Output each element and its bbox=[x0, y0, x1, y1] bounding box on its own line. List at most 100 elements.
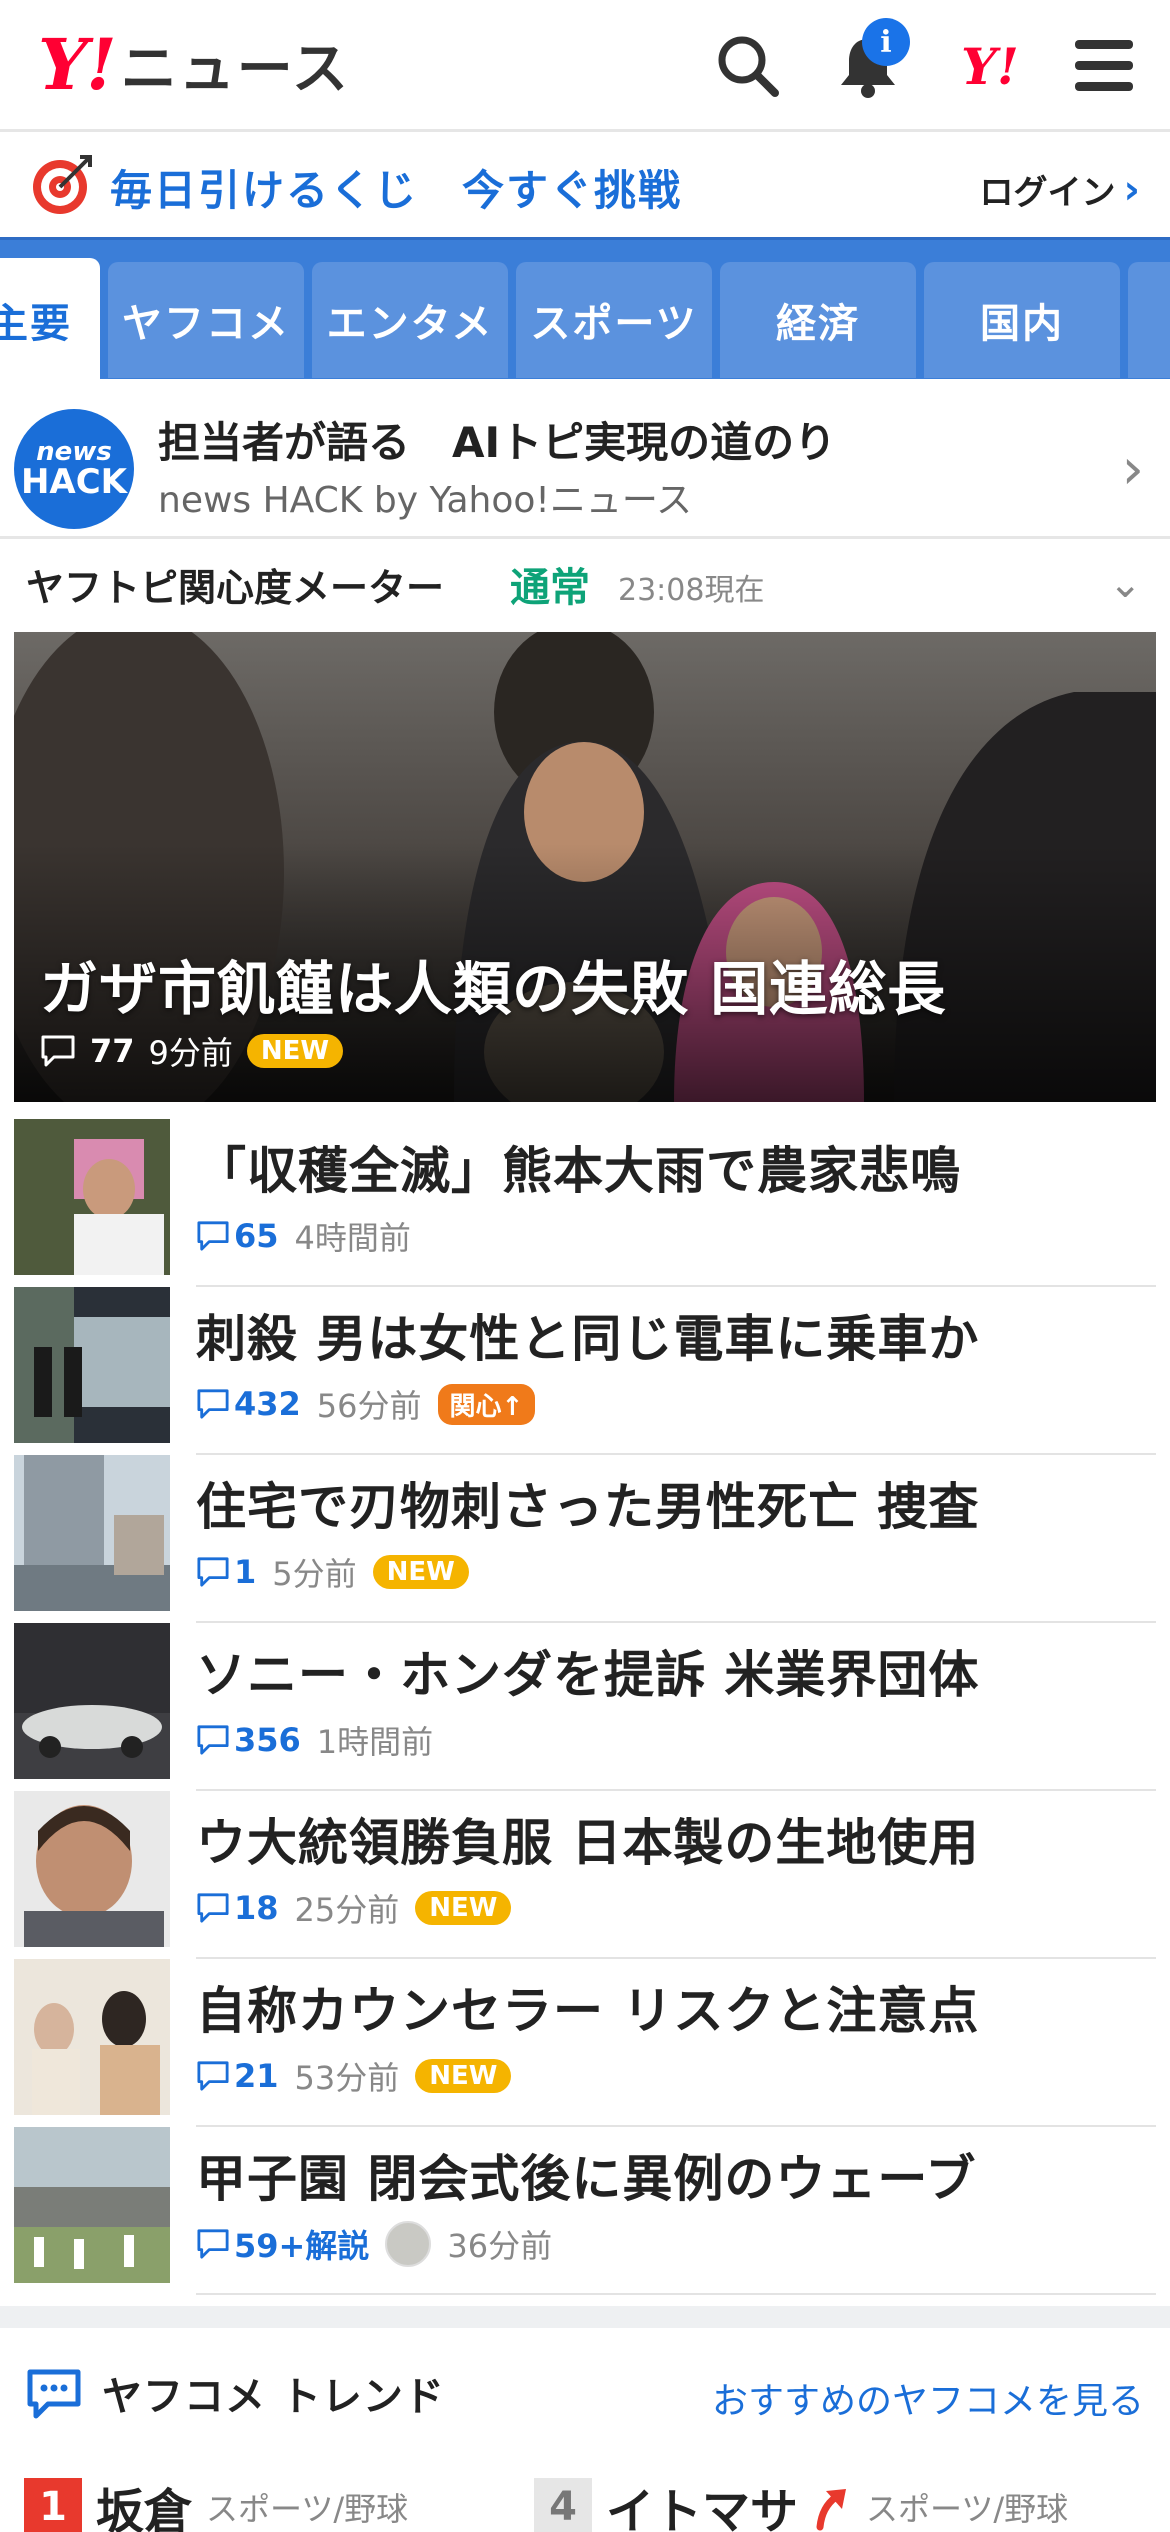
comment-count: 59+解説 bbox=[196, 2221, 369, 2267]
comment-icon bbox=[197, 1221, 229, 1251]
article-item[interactable]: 住宅で刃物刺さった男性死亡 捜査 1 5分前 NEW bbox=[14, 1455, 1156, 1623]
article-thumbnail bbox=[14, 1455, 170, 1611]
comment-count: 432 bbox=[196, 1385, 301, 1423]
article-thumbnail bbox=[14, 2127, 170, 2283]
article-item[interactable]: 自称カウンセラー リスクと注意点 21 53分前 NEW bbox=[14, 1959, 1156, 2127]
comment-count: 77 bbox=[90, 1032, 135, 1070]
comment-icon bbox=[197, 1893, 229, 1923]
meter-status: 通常 bbox=[510, 565, 590, 611]
interest-meter[interactable]: ヤフトピ関心度メーター 通常 23:08現在 ⌄ bbox=[0, 541, 1170, 631]
article-thumbnail bbox=[14, 1791, 170, 1947]
article-item[interactable]: 甲子園 閉会式後に異例のウェーブ 59+解説 36分前 bbox=[14, 2127, 1156, 2295]
chat-bubble-icon bbox=[27, 2369, 81, 2419]
tab-label: スポーツ bbox=[530, 301, 698, 347]
trend-title: ヤフコメ トレンド bbox=[102, 2374, 445, 2420]
hero-meta: 77 9分前 NEW bbox=[40, 1028, 344, 1074]
rank-number: 1 bbox=[24, 2478, 82, 2532]
yahoo-news-logo[interactable]: Y! ニュース bbox=[38, 23, 350, 106]
expert-avatar bbox=[385, 2221, 432, 2267]
chevron-right-icon: › bbox=[1121, 437, 1144, 502]
divider bbox=[196, 2293, 1156, 2295]
article-item[interactable]: ソニー・ホンダを提訴 米業界団体 356 1時間前 bbox=[14, 1623, 1156, 1791]
target-icon bbox=[33, 155, 92, 214]
article-meta: 21 53分前 NEW bbox=[196, 2053, 512, 2099]
post-time: 25分前 bbox=[294, 1891, 400, 1929]
tab-main[interactable]: 主要 bbox=[0, 258, 100, 382]
chevron-down-icon[interactable]: ⌄ bbox=[1108, 561, 1142, 607]
rank-number: 4 bbox=[534, 2478, 592, 2532]
new-badge: NEW bbox=[246, 1034, 344, 1068]
comment-icon bbox=[197, 1557, 229, 1587]
new-badge: NEW bbox=[415, 1891, 512, 1925]
comment-count-value: 356 bbox=[234, 1721, 301, 1759]
article-meta: 18 25分前 NEW bbox=[196, 1885, 512, 1931]
article-item[interactable]: 刺殺 男は女性と同じ電車に乗車か 432 56分前 関心↑ bbox=[14, 1287, 1156, 1455]
article-meta: 432 56分前 関心↑ bbox=[196, 1381, 536, 1427]
article-thumbnail bbox=[14, 1119, 170, 1275]
logo-news-text: ニュース bbox=[120, 36, 350, 102]
comment-icon bbox=[197, 2061, 229, 2091]
header: Y! ニュース i Y! bbox=[0, 0, 1170, 132]
notification-badge: i bbox=[862, 18, 910, 66]
article-thumbnail bbox=[14, 1287, 170, 1443]
comment-count: 18 bbox=[196, 1889, 279, 1927]
rank-category: スポーツ/野球 bbox=[206, 2490, 409, 2528]
article-meta: 65 4時間前 bbox=[196, 1213, 411, 1259]
yahoo-logo-mark: Y! bbox=[38, 22, 117, 106]
rank-category: スポーツ/野球 bbox=[866, 2490, 1069, 2528]
lottery-banner[interactable]: 毎日引けるくじ 今すぐ挑戦 ログイン › bbox=[0, 135, 1170, 235]
yafukome-trend: ヤフコメ トレンド おすすめのヤフコメを見る 1 坂倉 スポーツ/野球 4 イト… bbox=[0, 2328, 1170, 2532]
comment-count: 356 bbox=[196, 1721, 301, 1759]
category-tabs: 主要 ヤフコメ エンタメ スポーツ 経済 国内 bbox=[0, 237, 1170, 382]
menu-icon[interactable] bbox=[1068, 30, 1140, 102]
comment-count-value: 65 bbox=[234, 1217, 279, 1255]
bell-icon[interactable]: i bbox=[832, 18, 910, 102]
trend-rank-item[interactable]: 4 イトマサ スポーツ/野球 bbox=[534, 2472, 1068, 2532]
hero-title: ガザ市飢饉は人類の失敗 国連総長 bbox=[40, 955, 947, 1023]
comment-count-value: 59+解説 bbox=[234, 2227, 370, 2265]
trend-rank-item[interactable]: 1 坂倉 スポーツ/野球 bbox=[24, 2472, 408, 2532]
post-time: 36分前 bbox=[447, 2227, 553, 2265]
comment-icon bbox=[41, 1035, 75, 1067]
interest-up-badge: 関心↑ bbox=[437, 1383, 536, 1425]
login-link[interactable]: ログイン › bbox=[980, 165, 1140, 214]
yj-logo-text: Y! bbox=[961, 36, 1019, 96]
post-time: 1時間前 bbox=[316, 1723, 434, 1761]
comment-count: 65 bbox=[196, 1217, 279, 1255]
news-hack-logo: news HACK bbox=[14, 409, 134, 529]
tab-label: 主要 bbox=[0, 301, 72, 347]
article-thumbnail bbox=[14, 1623, 170, 1779]
article-title: 甲子園 閉会式後に異例のウェーブ bbox=[196, 2150, 977, 2208]
article-meta: 1 5分前 NEW bbox=[196, 1549, 469, 1595]
post-time: 53分前 bbox=[294, 2059, 400, 2097]
tab-entame[interactable]: エンタメ bbox=[312, 262, 508, 378]
tab-label: 国内 bbox=[980, 301, 1064, 347]
article-thumbnail bbox=[14, 1959, 170, 2115]
article-title: ソニー・ホンダを提訴 米業界団体 bbox=[196, 1646, 980, 1704]
post-time: 56分前 bbox=[316, 1387, 422, 1425]
article-item[interactable]: 「収穫全滅」熊本大雨で農家悲鳴 65 4時間前 bbox=[14, 1119, 1156, 1287]
search-icon[interactable] bbox=[712, 30, 784, 102]
new-badge: NEW bbox=[415, 2059, 512, 2093]
promo-subtitle: news HACK by Yahoo!ニュース bbox=[158, 480, 693, 521]
article-item[interactable]: ウ大統領勝負服 日本製の生地使用 18 25分前 NEW bbox=[14, 1791, 1156, 1959]
news-hack-promo[interactable]: news HACK 担当者が語る AIトピ実現の道のり news HACK by… bbox=[0, 379, 1170, 539]
post-time: 4時間前 bbox=[294, 1219, 411, 1257]
logo-bottom-text: HACK bbox=[20, 462, 128, 502]
comment-count: 21 bbox=[196, 2057, 279, 2095]
tab-economy[interactable]: 経済 bbox=[720, 262, 916, 378]
comment-count-value: 18 bbox=[234, 1889, 279, 1927]
recommended-comments-link[interactable]: おすすめのヤフコメを見る bbox=[712, 2372, 1144, 2424]
hero-article[interactable]: ガザ市飢饉は人類の失敗 国連総長 77 9分前 NEW bbox=[14, 632, 1156, 1102]
tab-domestic[interactable]: 国内 bbox=[924, 262, 1120, 378]
tab-more[interactable] bbox=[1128, 262, 1170, 378]
tab-sports[interactable]: スポーツ bbox=[516, 262, 712, 378]
lottery-text: 毎日引けるくじ 今すぐ挑戦 bbox=[110, 166, 683, 215]
rank-name: 坂倉 bbox=[96, 2484, 193, 2532]
tab-yafukome[interactable]: ヤフコメ bbox=[108, 262, 304, 378]
section-divider bbox=[0, 2306, 1170, 2328]
article-meta: 356 1時間前 bbox=[196, 1717, 433, 1763]
comment-icon bbox=[197, 1725, 229, 1755]
comment-count-value: 21 bbox=[234, 2057, 279, 2095]
yahoo-japan-icon[interactable]: Y! bbox=[950, 30, 1030, 102]
